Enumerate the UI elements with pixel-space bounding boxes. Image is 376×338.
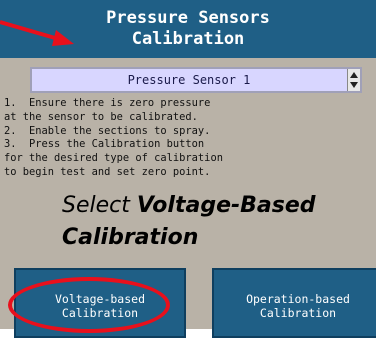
sensor-spinner[interactable] — [347, 69, 360, 91]
pressure-sensor-select[interactable]: Pressure Sensor 1 — [30, 67, 362, 93]
instruction-line: to begin test and set zero point. — [4, 165, 211, 178]
spin-up-icon[interactable] — [350, 72, 358, 78]
instruction-line: for the desired type of calibration — [4, 152, 223, 165]
operation-based-calibration-button[interactable]: Operation-based Calibration — [212, 268, 376, 338]
button-label-line2: Calibration — [259, 306, 337, 320]
annotation-arrow — [0, 20, 74, 46]
voltage-based-calibration-button[interactable]: Voltage-based Calibration — [14, 268, 186, 338]
annotation-callout: Select Voltage-Based Calibration — [62, 190, 362, 254]
button-label: Operation-based — [246, 292, 350, 306]
instruction-line: at the sensor to be calibrated. — [4, 110, 198, 123]
calibration-screen: Pressure Sensors Calibration Pressure Se… — [0, 0, 376, 338]
callout-prefix: Select — [62, 193, 137, 218]
spin-down-icon[interactable] — [350, 82, 358, 88]
instructions-text: 1. Ensure there is zero pressure at the s… — [4, 97, 376, 180]
instruction-line: 3. Press the Calibration button — [4, 138, 205, 151]
selected-sensor: Pressure Sensor 1 — [127, 73, 251, 87]
instruction-line: 1. Ensure there is zero pressure — [4, 97, 211, 109]
instruction-line: 2. Enable the sections to spray. — [4, 124, 211, 137]
button-label: Voltage-based — [54, 292, 145, 306]
button-label-line2: Calibration — [61, 306, 139, 320]
